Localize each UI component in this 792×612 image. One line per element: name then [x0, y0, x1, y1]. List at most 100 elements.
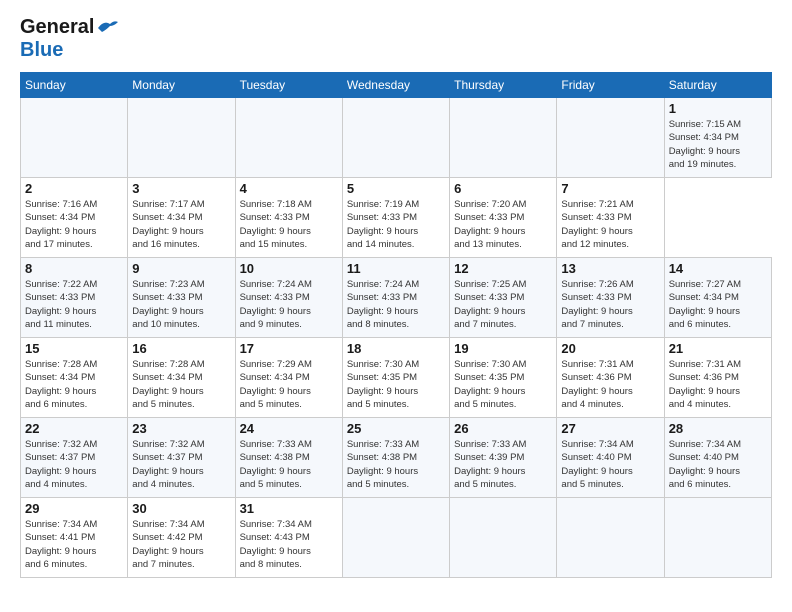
day-number: 15: [25, 341, 123, 356]
day-number: 12: [454, 261, 552, 276]
calendar-day-23: 23Sunrise: 7:32 AMSunset: 4:37 PMDayligh…: [128, 418, 235, 498]
calendar-header-monday: Monday: [128, 73, 235, 98]
day-info: Sunrise: 7:16 AMSunset: 4:34 PMDaylight:…: [25, 198, 123, 251]
calendar-day-11: 11 Sunrise: 7:24 AMSunset: 4:33 PMDayligh…: [342, 258, 449, 338]
day-number: 27: [561, 421, 659, 436]
calendar-header-saturday: Saturday: [664, 73, 771, 98]
day-number: 17: [240, 341, 338, 356]
calendar-day-9: 9Sunrise: 7:23 AMSunset: 4:33 PMDaylight…: [128, 258, 235, 338]
calendar-day-24: 24 Sunrise: 7:33 AMSunset: 4:38 PMDayligh…: [235, 418, 342, 498]
logo-bird-icon: [96, 18, 118, 36]
calendar-day-6: 6Sunrise: 7:20 AMSunset: 4:33 PMDaylight…: [450, 178, 557, 258]
day-info: Sunrise: 7:34 AMSunset: 4:41 PMDaylight:…: [25, 518, 123, 571]
calendar-week-5: 22Sunrise: 7:32 AMSunset: 4:37 PMDayligh…: [21, 418, 772, 498]
calendar-day-15: 15 Sunrise: 7:28 AMSunset: 4:34 PMDayligh…: [21, 338, 128, 418]
day-number: 30: [132, 501, 230, 516]
day-number: 19: [454, 341, 552, 356]
day-number: 6: [454, 181, 552, 196]
day-info: Sunrise: 7:34 AMSunset: 4:42 PMDaylight:…: [132, 518, 230, 571]
day-info: Sunrise: 7:31 AMSunset: 4:36 PMDaylight:…: [561, 358, 659, 411]
day-number: 18: [347, 341, 445, 356]
calendar-day-27: 27 Sunrise: 7:34 AMSunset: 4:40 PMDayligh…: [557, 418, 664, 498]
empty-cell: [235, 98, 342, 178]
day-info: Sunrise: 7:18 AMSunset: 4:33 PMDaylight:…: [240, 198, 338, 251]
day-number: 9: [132, 261, 230, 276]
day-number: 26: [454, 421, 552, 436]
calendar-day-10: 10 Sunrise: 7:24 AMSunset: 4:33 PMDayligh…: [235, 258, 342, 338]
empty-cell: [128, 98, 235, 178]
calendar-day-4: 4 Sunrise: 7:18 AMSunset: 4:33 PMDaylight…: [235, 178, 342, 258]
logo: General Blue: [20, 16, 118, 62]
day-number: 14: [669, 261, 767, 276]
calendar-day-31: 31Sunrise: 7:34 AMSunset: 4:43 PMDayligh…: [235, 498, 342, 578]
calendar-day-20: 20 Sunrise: 7:31 AMSunset: 4:36 PMDayligh…: [557, 338, 664, 418]
calendar-week-1: 1 Sunrise: 7:15 AMSunset: 4:34 PMDaylight…: [21, 98, 772, 178]
calendar-day-12: 12 Sunrise: 7:25 AMSunset: 4:33 PMDayligh…: [450, 258, 557, 338]
calendar-header-wednesday: Wednesday: [342, 73, 449, 98]
day-info: Sunrise: 7:30 AMSunset: 4:35 PMDaylight:…: [347, 358, 445, 411]
day-number: 2: [25, 181, 123, 196]
day-info: Sunrise: 7:33 AMSunset: 4:38 PMDaylight:…: [240, 438, 338, 491]
day-number: 3: [132, 181, 230, 196]
calendar-header-thursday: Thursday: [450, 73, 557, 98]
day-number: 11: [347, 261, 445, 276]
day-number: 25: [347, 421, 445, 436]
day-number: 4: [240, 181, 338, 196]
day-number: 23: [132, 421, 230, 436]
empty-cell: [557, 498, 664, 578]
calendar-header-friday: Friday: [557, 73, 664, 98]
calendar-table: SundayMondayTuesdayWednesdayThursdayFrid…: [20, 72, 772, 578]
day-info: Sunrise: 7:30 AMSunset: 4:35 PMDaylight:…: [454, 358, 552, 411]
header: General Blue: [20, 16, 772, 62]
day-info: Sunrise: 7:33 AMSunset: 4:39 PMDaylight:…: [454, 438, 552, 491]
calendar-day-30: 30 Sunrise: 7:34 AMSunset: 4:42 PMDayligh…: [128, 498, 235, 578]
calendar-day-5: 5Sunrise: 7:19 AMSunset: 4:33 PMDaylight…: [342, 178, 449, 258]
day-info: Sunrise: 7:24 AMSunset: 4:33 PMDaylight:…: [240, 278, 338, 331]
calendar-day-26: 26 Sunrise: 7:33 AMSunset: 4:39 PMDayligh…: [450, 418, 557, 498]
calendar-header-tuesday: Tuesday: [235, 73, 342, 98]
day-info: Sunrise: 7:24 AMSunset: 4:33 PMDaylight:…: [347, 278, 445, 331]
day-number: 24: [240, 421, 338, 436]
day-info: Sunrise: 7:22 AMSunset: 4:33 PMDaylight:…: [25, 278, 123, 331]
day-info: Sunrise: 7:28 AMSunset: 4:34 PMDaylight:…: [25, 358, 123, 411]
day-info: Sunrise: 7:31 AMSunset: 4:36 PMDaylight:…: [669, 358, 767, 411]
day-info: Sunrise: 7:33 AMSunset: 4:38 PMDaylight:…: [347, 438, 445, 491]
calendar-day-2: 2 Sunrise: 7:16 AMSunset: 4:34 PMDaylight…: [21, 178, 128, 258]
day-info: Sunrise: 7:17 AMSunset: 4:34 PMDaylight:…: [132, 198, 230, 251]
page: General Blue SundayMondayTuesdayWednesda…: [0, 0, 792, 612]
empty-cell: [450, 498, 557, 578]
day-info: Sunrise: 7:34 AMSunset: 4:40 PMDaylight:…: [561, 438, 659, 491]
calendar-day-1: 1 Sunrise: 7:15 AMSunset: 4:34 PMDaylight…: [664, 98, 771, 178]
day-info: Sunrise: 7:32 AMSunset: 4:37 PMDaylight:…: [25, 438, 123, 491]
day-info: Sunrise: 7:25 AMSunset: 4:33 PMDaylight:…: [454, 278, 552, 331]
day-number: 7: [561, 181, 659, 196]
day-info: Sunrise: 7:26 AMSunset: 4:33 PMDaylight:…: [561, 278, 659, 331]
day-number: 28: [669, 421, 767, 436]
logo-general: General: [20, 16, 94, 39]
calendar-day-18: 18 Sunrise: 7:30 AMSunset: 4:35 PMDayligh…: [342, 338, 449, 418]
calendar-day-22: 22Sunrise: 7:32 AMSunset: 4:37 PMDayligh…: [21, 418, 128, 498]
calendar-day-17: 17 Sunrise: 7:29 AMSunset: 4:34 PMDayligh…: [235, 338, 342, 418]
calendar-week-6: 29Sunrise: 7:34 AMSunset: 4:41 PMDayligh…: [21, 498, 772, 578]
calendar-week-3: 8 Sunrise: 7:22 AMSunset: 4:33 PMDaylight…: [21, 258, 772, 338]
day-info: Sunrise: 7:29 AMSunset: 4:34 PMDaylight:…: [240, 358, 338, 411]
calendar-week-2: 2 Sunrise: 7:16 AMSunset: 4:34 PMDaylight…: [21, 178, 772, 258]
calendar-day-14: 14 Sunrise: 7:27 AMSunset: 4:34 PMDayligh…: [664, 258, 771, 338]
day-number: 20: [561, 341, 659, 356]
day-info: Sunrise: 7:34 AMSunset: 4:40 PMDaylight:…: [669, 438, 767, 491]
empty-cell: [557, 98, 664, 178]
day-number: 8: [25, 261, 123, 276]
calendar-day-28: 28 Sunrise: 7:34 AMSunset: 4:40 PMDayligh…: [664, 418, 771, 498]
empty-cell: [450, 98, 557, 178]
day-info: Sunrise: 7:27 AMSunset: 4:34 PMDaylight:…: [669, 278, 767, 331]
day-number: 16: [132, 341, 230, 356]
day-number: 5: [347, 181, 445, 196]
day-number: 10: [240, 261, 338, 276]
calendar-day-16: 16Sunrise: 7:28 AMSunset: 4:34 PMDayligh…: [128, 338, 235, 418]
day-info: Sunrise: 7:15 AMSunset: 4:34 PMDaylight:…: [669, 118, 767, 171]
calendar-header-sunday: Sunday: [21, 73, 128, 98]
empty-cell: [342, 98, 449, 178]
day-info: Sunrise: 7:34 AMSunset: 4:43 PMDaylight:…: [240, 518, 338, 571]
day-number: 1: [669, 101, 767, 116]
day-number: 13: [561, 261, 659, 276]
